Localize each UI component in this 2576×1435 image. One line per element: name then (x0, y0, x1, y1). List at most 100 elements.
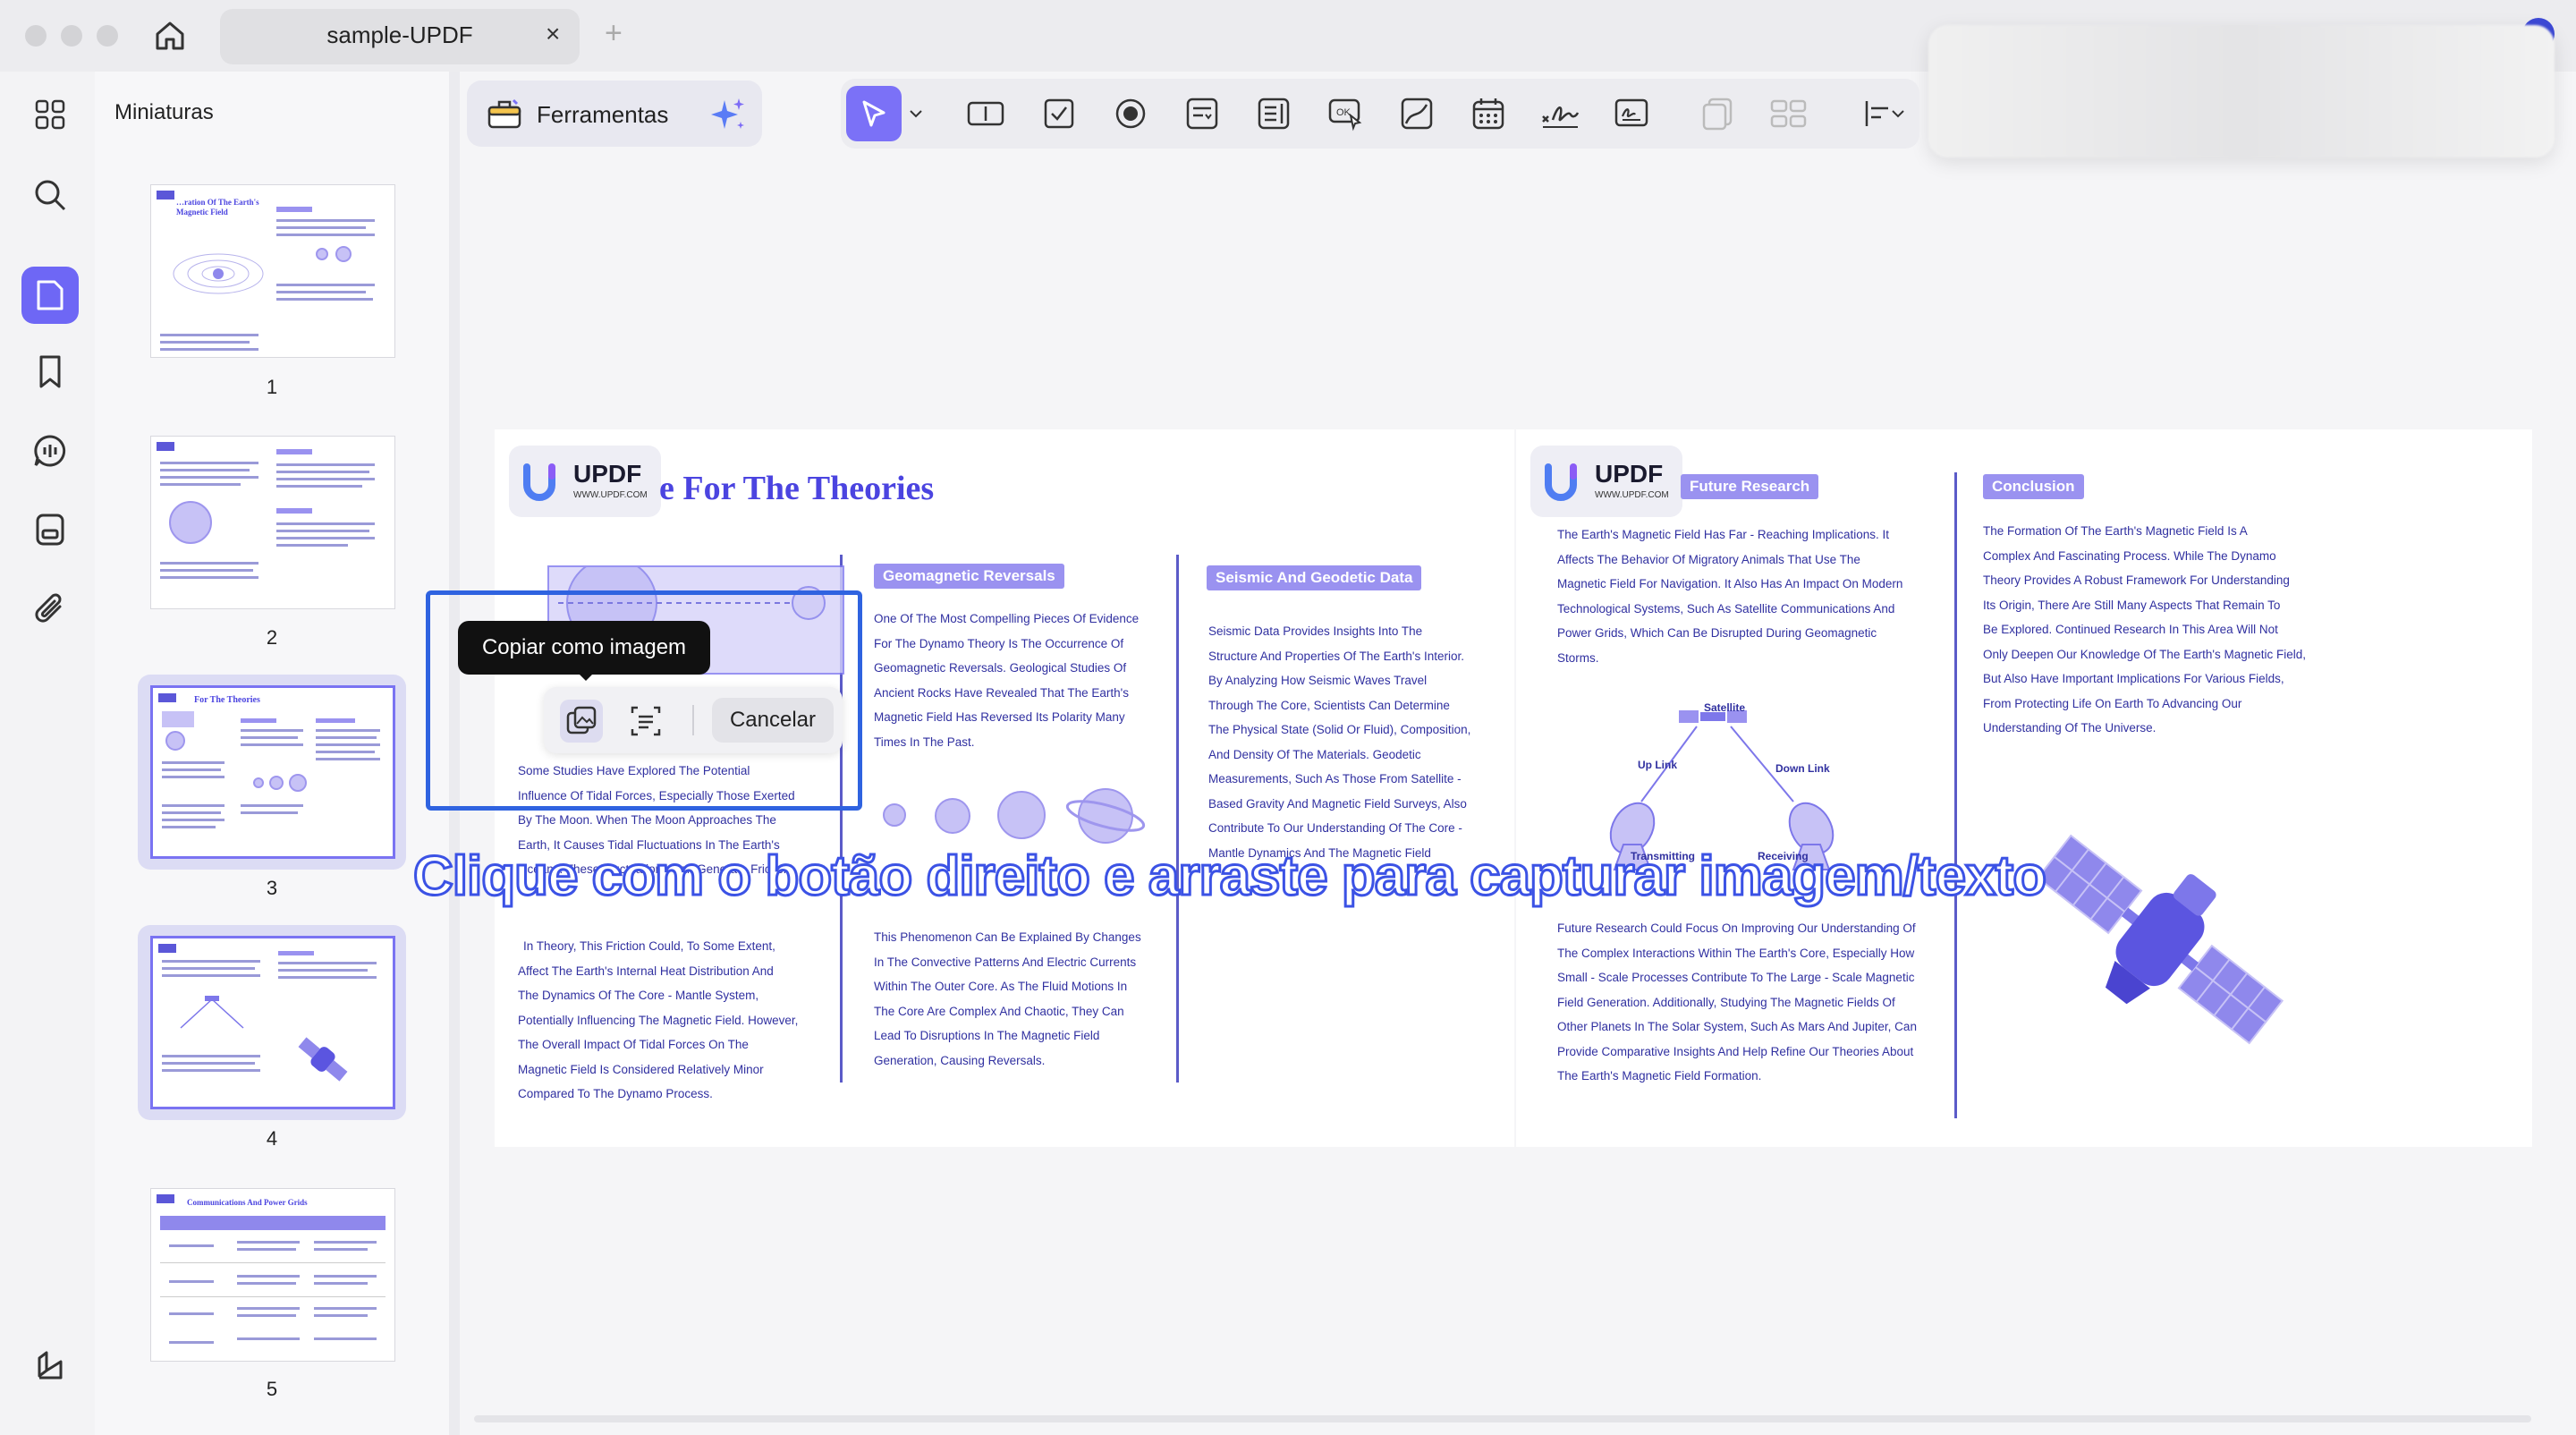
comments-icon[interactable] (30, 431, 70, 471)
thumbnail-number: 3 (266, 877, 278, 899)
close-window-button[interactable] (25, 25, 47, 47)
attachment-list-icon[interactable] (30, 510, 70, 549)
diagram-label: Satellite (1704, 701, 1746, 714)
grid-layout-icon[interactable] (1769, 94, 1809, 133)
tooltip-arrow (578, 673, 594, 681)
ai-sparkle-icon[interactable] (708, 97, 748, 139)
pdf-page-4: UPDF WWW.UPDF.COM Future Research The Ea… (1516, 429, 2532, 1147)
list-box-icon[interactable] (1254, 94, 1293, 133)
text-field-icon[interactable] (966, 94, 1005, 133)
search-icon[interactable] (30, 175, 70, 215)
text-line: Contribute To Our Understanding Of The C… (1208, 821, 1462, 835)
form-toolbar: OK (841, 79, 1919, 149)
col1-text-2: In Theory, This Friction Could, To Some … (518, 934, 822, 1107)
section-badge: Seismic And Geodetic Data (1207, 565, 1422, 590)
planet-circle (883, 803, 906, 827)
button-field-icon[interactable]: OK (1326, 94, 1365, 133)
chevron-down-icon[interactable] (1887, 94, 1909, 133)
thumbnail-page-1[interactable]: …ration Of The Earth's Magnetic Field (150, 184, 395, 358)
text-line: Generation, Causing Reversals. (874, 1053, 1046, 1067)
digital-signature-icon[interactable] (1612, 94, 1651, 133)
svg-text:OK: OK (1336, 107, 1352, 118)
text-line: Field Generation. Additionally, Studying… (1557, 995, 1895, 1009)
date-field-icon[interactable] (1469, 94, 1508, 133)
thumbnails-page-icon[interactable] (21, 267, 79, 324)
text-line: The Earth's Magnetic Field Formation. (1557, 1069, 1762, 1083)
text-line: The Complex Interactions Within The Eart… (1557, 946, 1915, 960)
text-line: Storms. (1557, 650, 1599, 665)
text-line: The Core Are Complex And Chaotic, They C… (874, 1004, 1124, 1018)
radio-button-icon[interactable] (1111, 94, 1150, 133)
dropdown-field-icon[interactable] (1182, 94, 1222, 133)
col3-text: Seismic Data Provides Insights Into The … (1208, 619, 1495, 865)
tab-title: sample-UPDF (326, 21, 473, 48)
left-rail (0, 72, 96, 1435)
thumbnail-page-4[interactable] (150, 936, 395, 1109)
text-line: By Analyzing How Seismic Waves Travel (1208, 674, 1428, 687)
text-line: Understanding Of The Universe. (1983, 721, 2157, 734)
text-line: From Protecting Life On Earth To Advanci… (1983, 696, 2242, 710)
tools-label: Ferramentas (537, 101, 669, 128)
thumbnail-number: 5 (266, 1378, 278, 1400)
instruction-caption: Clique com o botão direito e arraste par… (411, 845, 2047, 909)
text-line: By The Moon. When The Moon Approaches Th… (518, 813, 776, 827)
image-field-icon[interactable] (1397, 94, 1436, 133)
tools-button[interactable]: Ferramentas (467, 81, 762, 147)
thumbnail-page-2[interactable] (150, 436, 395, 609)
document-tab[interactable]: sample-UPDF × (220, 9, 580, 64)
col4-text: The Earth's Magnetic Field Has Far - Rea… (1557, 522, 1933, 670)
text-line: Measurements, Such As Those From Satelli… (1208, 772, 1462, 785)
text-line: The Overall Impact Of Tidal Forces On Th… (518, 1038, 749, 1051)
logo-name: UPDF (1595, 460, 1664, 488)
text-line: Technological Systems, Such As Satellite… (1557, 601, 1895, 616)
text-line: Affects The Behavior Of Migratory Animal… (1557, 552, 1860, 566)
bookmark-icon[interactable] (30, 352, 70, 392)
text-line: The Physical State (Solid Or Fluid), Com… (1208, 723, 1471, 736)
text-line: Ancient Rocks Have Revealed That The Ear… (874, 685, 1129, 700)
planet-circle (935, 798, 970, 834)
text-line: Seismic Data Provides Insights Into The (1208, 624, 1423, 638)
tab-close-icon[interactable]: × (546, 20, 560, 48)
thumbnail-page-3[interactable]: For The Theories (150, 685, 395, 859)
logo-name: UPDF (573, 460, 642, 488)
updf-logo: UPDF WWW.UPDF.COM (1530, 446, 1682, 517)
home-icon[interactable] (152, 18, 188, 58)
text-line: Other Planets In The Solar System, Such … (1557, 1020, 1917, 1033)
text-line: Complex And Fascinating Process. While T… (1983, 548, 2276, 563)
chevron-down-icon[interactable] (905, 94, 927, 133)
horizontal-scrollbar[interactable] (474, 1415, 2531, 1422)
apps-grid-icon[interactable] (30, 95, 70, 134)
text-line: Be Explored. Continued Research In This … (1983, 623, 2278, 636)
text-line: Affect The Earth's Internal Heat Distrib… (518, 964, 774, 978)
minimize-window-button[interactable] (61, 25, 82, 47)
updf-logo: UPDF WWW.UPDF.COM (509, 446, 661, 517)
copy-as-text-button[interactable] (624, 700, 667, 743)
signature-field-icon[interactable] (1540, 94, 1580, 133)
text-line: Small - Scale Processes Contribute To Th… (1557, 971, 1915, 984)
select-tool-button[interactable] (846, 86, 902, 141)
copy-as-image-tooltip: Copiar como imagem (458, 621, 710, 675)
text-line: Potentially Influencing The Magnetic Fie… (518, 1013, 799, 1027)
logo-url: WWW.UPDF.COM (1595, 490, 1669, 500)
text-line: Only Deepen Our Knowledge Of The Earth's… (1983, 647, 2307, 661)
text-line: One Of The Most Compelling Pieces Of Evi… (874, 612, 1140, 625)
text-line: Magnetic Field Is Considered Relatively … (518, 1062, 764, 1076)
diagram-label: Up Link (1638, 759, 1677, 771)
ringed-planet-icon (1065, 788, 1146, 844)
text-line: Its Origin, There Are Still Many Aspects… (1983, 598, 2281, 612)
paperclip-icon[interactable] (30, 589, 70, 628)
thumbnail-title: …ration Of The Earth's Magnetic Field (176, 198, 259, 217)
text-line: The Earth's Magnetic Field Has Far - Rea… (1557, 528, 1889, 541)
panel-title: Miniaturas (114, 100, 214, 124)
text-line: In Theory, This Friction Could, To Some … (523, 939, 775, 953)
layers-icon[interactable] (30, 1346, 70, 1385)
thumbnail-page-5[interactable]: Communications And Power Grids (150, 1188, 395, 1362)
text-line: Through The Core, Scientists Can Determi… (1208, 698, 1450, 712)
cancel-button[interactable]: Cancelar (712, 698, 834, 743)
duplicate-field-icon[interactable] (1698, 94, 1737, 133)
copy-as-image-button[interactable] (560, 700, 603, 743)
new-tab-button[interactable]: + (605, 16, 623, 51)
checkbox-icon[interactable] (1039, 94, 1079, 133)
blurred-popover (1928, 25, 2555, 157)
zoom-window-button[interactable] (97, 25, 118, 47)
